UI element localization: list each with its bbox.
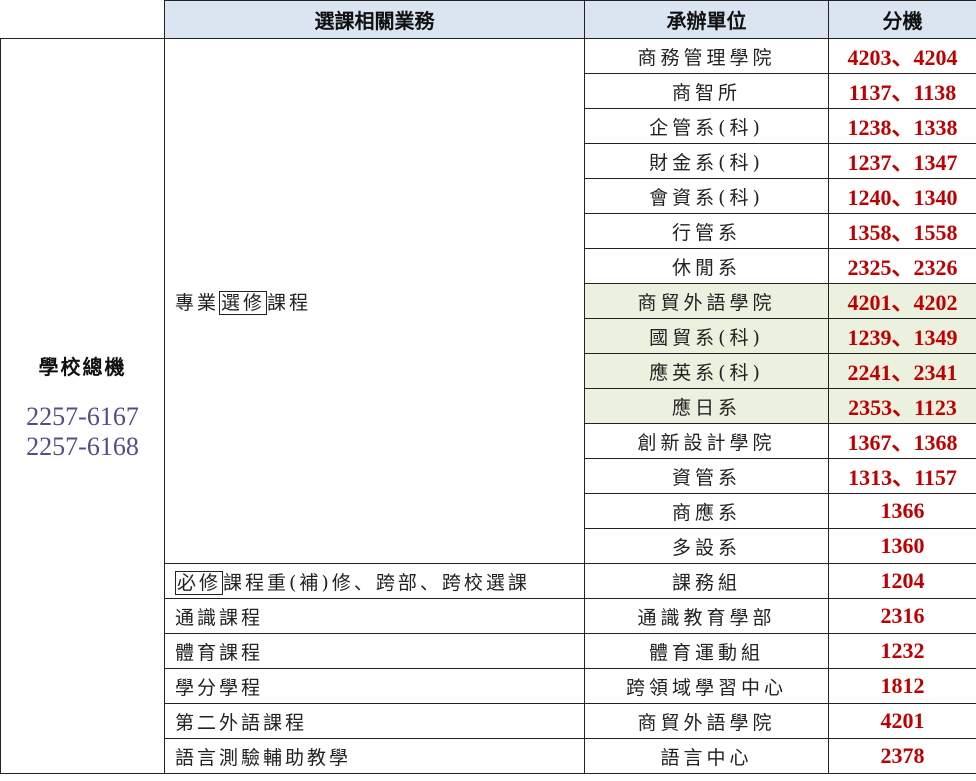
- unit-cell: 商應系: [584, 493, 829, 529]
- topic-cell: 語言測驗輔助教學: [164, 738, 585, 774]
- ext-cell: 2378: [828, 738, 976, 774]
- unit-cell: 跨領域學習中心: [584, 668, 829, 704]
- header-topic: 選課相關業務: [164, 0, 585, 39]
- ext-cell: 1313、1157: [828, 458, 976, 494]
- unit-cell: 休閒系: [584, 248, 829, 284]
- unit-cell: 商貿外語學院: [584, 703, 829, 739]
- unit-cell: 行管系: [584, 213, 829, 249]
- ext-cell: 1366: [828, 493, 976, 529]
- topic-cell: 第二外語課程: [164, 703, 585, 739]
- ext-cell: 1240、1340: [828, 178, 976, 214]
- ext-cell: 1239、1349: [828, 318, 976, 354]
- unit-cell: 體育運動組: [584, 633, 829, 669]
- topic-elective-courses: 專業 選修 課程: [164, 38, 585, 564]
- header-ext: 分機: [828, 0, 976, 39]
- unit-cell: 應英系(科): [584, 353, 829, 389]
- ext-cell: 4201、4202: [828, 283, 976, 319]
- unit-cell: 商智所: [584, 73, 829, 109]
- header-unit: 承辦單位: [584, 0, 829, 39]
- unit-cell: 課務組: [584, 563, 829, 599]
- contact-table: 選課相關業務 承辦單位 分機 學校總機 2257-6167 2257-6168 …: [0, 0, 976, 774]
- unit-cell: 資管系: [584, 458, 829, 494]
- unit-cell: 會資系(科): [584, 178, 829, 214]
- ext-cell: 1232: [828, 633, 976, 669]
- unit-cell: 財金系(科): [584, 143, 829, 179]
- ext-cell: 1367、1368: [828, 423, 976, 459]
- topic-prefix: 專業: [175, 291, 220, 314]
- ext-cell: 4201: [828, 703, 976, 739]
- unit-cell: 國貿系(科): [584, 318, 829, 354]
- topic-boxed-word: 必修: [175, 570, 224, 595]
- unit-cell: 通識教育學部: [584, 598, 829, 634]
- table-header-row: 選課相關業務 承辦單位 分機: [0, 0, 976, 39]
- ext-cell: 1812: [828, 668, 976, 704]
- ext-cell: 2241、2341: [828, 353, 976, 389]
- ext-cell: 1238、1338: [828, 108, 976, 144]
- unit-cell: 應日系: [584, 388, 829, 424]
- topic-boxed-word: 選修: [219, 290, 268, 315]
- ext-cell: 1358、1558: [828, 213, 976, 249]
- unit-cell: 創新設計學院: [584, 423, 829, 459]
- table-row: 學校總機 2257-6167 2257-6168 專業 選修 課程 商務管理學院 4…: [0, 38, 976, 774]
- topic-cell: 體育課程: [164, 633, 585, 669]
- ext-cell: 1360: [828, 528, 976, 564]
- ext-cell: 1237、1347: [828, 143, 976, 179]
- ext-cell: 1204: [828, 563, 976, 599]
- header-blank-cell: [0, 0, 165, 39]
- phone-number: 2257-6168: [26, 431, 139, 461]
- ext-cell: 2325、2326: [828, 248, 976, 284]
- phone-number: 2257-6167: [26, 401, 139, 431]
- unit-cell: 多設系: [584, 528, 829, 564]
- unit-cell: 語言中心: [584, 738, 829, 774]
- topic-cell: 通識課程: [164, 598, 585, 634]
- ext-cell: 2316: [828, 598, 976, 634]
- school-switchboard-title: 學校總機: [38, 354, 127, 379]
- ext-cell: 2353、1123: [828, 388, 976, 424]
- ext-cell: 1137、1138: [828, 73, 976, 109]
- topic-suffix: 課程重(補)修、跨部、跨校選課: [223, 571, 530, 594]
- unit-cell: 商務管理學院: [584, 38, 829, 74]
- contact-table-wrapper: 選課相關業務 承辦單位 分機 學校總機 2257-6167 2257-6168 …: [0, 0, 976, 781]
- ext-cell: 4203、4204: [828, 38, 976, 74]
- school-switchboard-cell: 學校總機 2257-6167 2257-6168: [0, 38, 165, 774]
- topic-cell: 學分學程: [164, 668, 585, 704]
- unit-cell: 商貿外語學院: [584, 283, 829, 319]
- unit-cell: 企管系(科): [584, 108, 829, 144]
- topic-required-courses: 必修 課程重(補)修、跨部、跨校選課: [164, 563, 585, 599]
- topic-suffix: 課程: [267, 291, 312, 314]
